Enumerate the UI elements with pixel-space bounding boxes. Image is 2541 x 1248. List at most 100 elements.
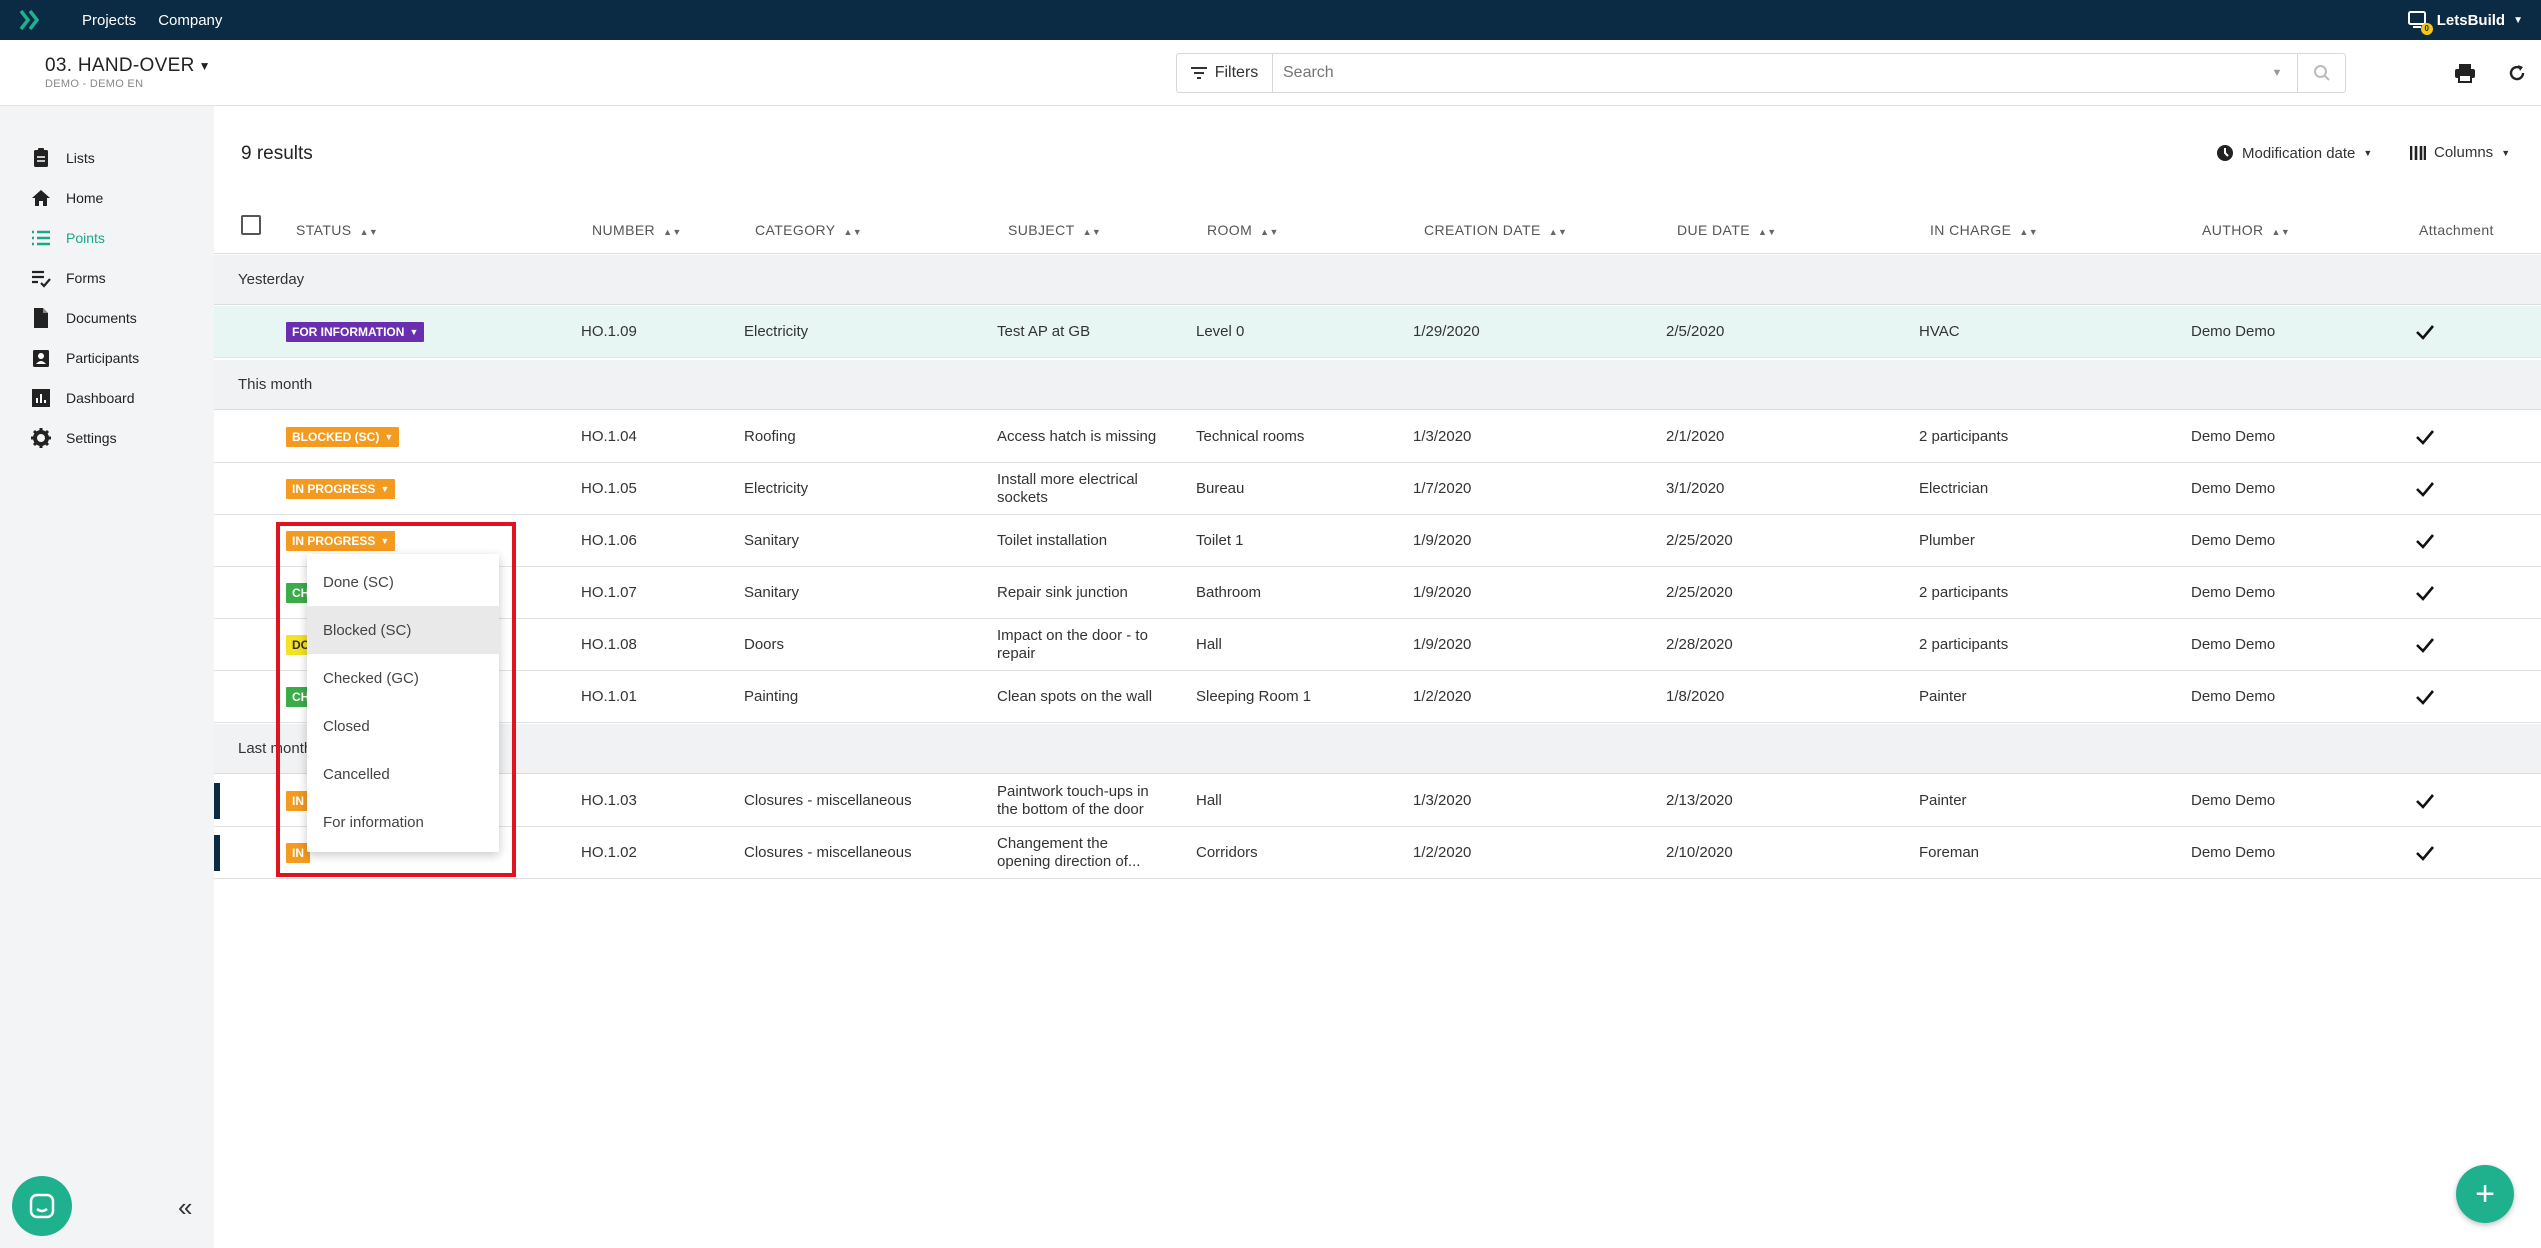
user-menu[interactable]: 0 LetsBuild ▼ [2407,0,2523,40]
cell-number: HO.1.08 [581,636,637,653]
refresh-icon[interactable] [2504,60,2530,86]
sort-arrows-icon: ▲▼ [1757,227,1777,237]
collapse-sidebar-icon[interactable]: « [178,1192,192,1223]
sidebar-item-lists[interactable]: Lists [30,145,95,171]
cell-subject: Install more electrical sockets [997,471,1138,506]
status-badge-label: BLOCKED (SC) [292,430,380,444]
cell-in-charge: Electrician [1919,480,1989,497]
table-row[interactable]: IN HO.1.02 Closures - miscellaneous Changem… [214,827,2541,879]
table-row[interactable]: IN HO.1.03 Closures - miscellaneous Paintwo… [214,775,2541,827]
cell-subject: Test AP at GB [997,323,1091,340]
cell-category: Electricity [744,480,809,497]
cell-category: Painting [744,688,799,705]
chevron-down-icon: ▼ [384,432,394,442]
cell-subject: Impact on the door - to repair [997,627,1148,662]
cell-created: 1/3/2020 [1413,428,1472,445]
table-row[interactable]: CH HO.1.01 Painting Clean spots on the wall… [214,671,2541,723]
document-icon [34,308,48,328]
cell-room: Hall [1196,636,1222,653]
search-input[interactable] [1273,54,2257,92]
column-header-creation-date[interactable]: CREATION DATE ▲▼ [1424,222,1567,238]
table-row[interactable]: BLOCKED (SC) ▼ HO.1.04 Roofing Access hatch … [214,411,2541,463]
column-header-category[interactable]: CATEGORY ▲▼ [755,222,862,238]
sidebar-item-label: Lists [66,150,95,166]
cell-created: 1/9/2020 [1413,532,1472,549]
cell-number: HO.1.05 [581,480,637,497]
attachment-check-icon [2414,463,2436,515]
sidebar-item-label: Participants [66,350,140,366]
add-point-button[interactable]: + [2456,1165,2514,1223]
status-option-cancelled[interactable]: Cancelled [307,750,499,798]
chat-icon[interactable] [12,1176,72,1236]
search-bar: Filters ▼ [1176,53,2346,93]
cell-due: 2/1/2020 [1666,428,1725,445]
sort-dropdown[interactable]: Modification date ▼ [2216,144,2372,162]
column-header-status[interactable]: STATUS ▲▼ [296,222,378,238]
status-badge[interactable]: BLOCKED (SC) ▼ [286,427,400,447]
cell-due: 2/25/2020 [1666,584,1733,601]
table-row[interactable]: IN PROGRESS ▼ HO.1.05 Electricity Install mo… [214,463,2541,515]
filters-button[interactable]: Filters [1177,54,1273,92]
dashboard-icon [32,389,50,407]
cell-category: Closures - miscellaneous [744,844,912,861]
project-selector[interactable]: 03. HAND-OVER ▼ [45,55,211,77]
table-row[interactable]: IN PROGRESS ▼ HO.1.06 Sanitary Toilet instal… [214,515,2541,567]
column-header-in-charge[interactable]: IN CHARGE ▲▼ [1930,222,2038,238]
cell-subject: Access hatch is missing [997,428,1157,445]
sidebar-item-home[interactable]: Home [30,185,103,211]
table-row[interactable]: FOR INFORMATION ▼ HO.1.09 Electricity Test A… [214,306,2541,358]
cell-number: HO.1.09 [581,323,637,340]
status-badge[interactable]: IN PROGRESS ▼ [286,531,396,551]
cell-author: Demo Demo [2191,480,2276,497]
sidebar-item-settings[interactable]: Settings [30,425,117,451]
sidebar-item-dashboard[interactable]: Dashboard [30,385,135,411]
cell-subject: Paintwork touch-ups in the bottom of the… [997,783,1149,818]
letsbuild-logo-icon[interactable] [0,0,60,40]
column-header-subject[interactable]: SUBJECT ▲▼ [1008,222,1101,238]
sidebar-item-participants[interactable]: Participants [30,345,139,371]
nav-company[interactable]: Company [158,12,222,29]
cell-author: Demo Demo [2191,636,2276,653]
sort-arrows-icon: ▲▼ [2271,227,2291,237]
column-header-room[interactable]: ROOM ▲▼ [1207,222,1279,238]
row-selected-indicator [214,783,220,819]
table-row[interactable]: CH HO.1.07 Sanitary Repair sink junction Bat… [214,567,2541,619]
status-option-closed[interactable]: Closed [307,702,499,750]
columns-button[interactable]: Columns ▼ [2410,144,2510,161]
chevron-down-icon: ▼ [198,58,211,73]
columns-label: Columns [2434,144,2494,161]
status-badge[interactable]: IN PROGRESS ▼ [286,479,396,499]
column-header-number[interactable]: NUMBER ▲▼ [592,222,682,238]
cell-category: Sanitary [744,532,800,549]
sort-arrows-icon: ▲▼ [1260,227,1279,237]
cell-due: 2/28/2020 [1666,636,1733,653]
column-header-author[interactable]: AUTHOR ▲▼ [2202,222,2290,238]
status-option-for-information[interactable]: For information [307,798,499,846]
search-button[interactable] [2297,54,2345,92]
cell-category: Doors [744,636,785,653]
sidebar-item-documents[interactable]: Documents [30,305,137,331]
nav-projects[interactable]: Projects [82,12,136,29]
print-icon[interactable] [2452,60,2478,86]
chevron-down-icon[interactable]: ▼ [2257,54,2297,92]
cell-created: 1/9/2020 [1413,584,1472,601]
sidebar-item-forms[interactable]: Forms [30,265,106,291]
cell-due: 3/1/2020 [1666,480,1725,497]
status-option-done-sc[interactable]: Done (SC) [307,558,499,606]
sidebar-item-points[interactable]: Points [30,225,105,251]
status-option-checked-gc[interactable]: Checked (GC) [307,654,499,702]
column-header-due-date[interactable]: DUE DATE ▲▼ [1677,222,1777,238]
status-badge[interactable]: FOR INFORMATION ▼ [286,322,425,342]
cell-room: Level 0 [1196,323,1245,340]
sort-icon [2217,145,2233,161]
status-badge-label: IN PROGRESS [292,534,376,548]
status-dropdown-menu: Done (SC) Blocked (SC) Checked (GC) Clos… [307,554,499,852]
attachment-check-icon [2414,515,2436,567]
cell-number: HO.1.04 [581,428,637,445]
table-row[interactable]: DO HO.1.08 Doors Impact on the door - to re… [214,619,2541,671]
chevron-down-icon: ▼ [380,484,390,494]
cell-subject: Repair sink junction [997,584,1128,601]
notifications-icon[interactable]: 0 [2407,9,2433,35]
status-option-blocked-sc[interactable]: Blocked (SC) [307,606,499,654]
cell-room: Technical rooms [1196,428,1305,445]
